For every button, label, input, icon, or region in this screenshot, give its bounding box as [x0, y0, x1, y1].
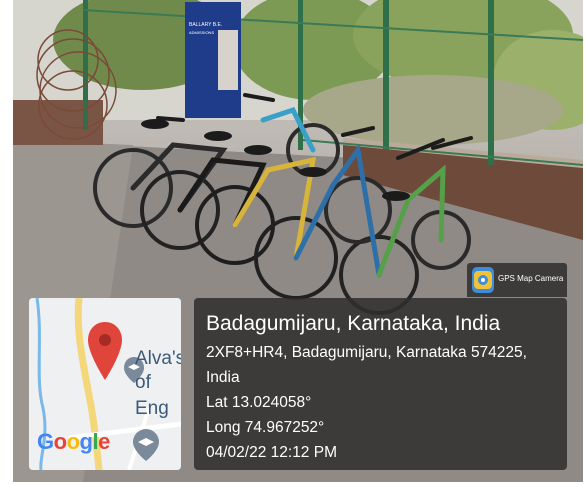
location-info-panel: Badagumijaru, Karnataka, India 2XF8+HR4,… — [194, 298, 567, 470]
google-logo-letter: o — [66, 429, 80, 454]
latitude: Lat 13.024058° — [206, 394, 312, 411]
badge-label: GPS Map Camera — [498, 274, 564, 283]
map-thumbnail[interactable]: Alva's of Eng Google — [29, 298, 181, 470]
place-title: Badagumijaru, Karnataka, India — [206, 312, 501, 335]
sign-line-2: ADMISSIONS — [189, 30, 214, 35]
sign-line-1: BALLARY B.E. — [189, 22, 222, 28]
date-time: 04/02/22 12:12 PM — [206, 444, 337, 461]
google-logo-letter: G — [37, 429, 54, 454]
gps-camera-badge: GPS Map Camera — [467, 263, 567, 297]
address-line-1: 2XF8+HR4, Badagumijaru, Karnataka 574225… — [206, 344, 527, 361]
map-place-label-1: Alva's — [135, 348, 181, 369]
google-logo-letter: g — [79, 429, 93, 454]
google-logo-letter: e — [98, 429, 110, 454]
google-logo-letter: o — [53, 429, 67, 454]
graduation-cap-icon-2 — [132, 428, 160, 467]
longitude: Long 74.967252° — [206, 419, 325, 436]
address-line-2: India — [206, 369, 240, 386]
camera-map-icon — [472, 267, 494, 293]
map-place-label-2: of Eng — [135, 372, 169, 419]
location-pin-icon — [87, 320, 123, 387]
google-logo: Google — [37, 429, 110, 455]
